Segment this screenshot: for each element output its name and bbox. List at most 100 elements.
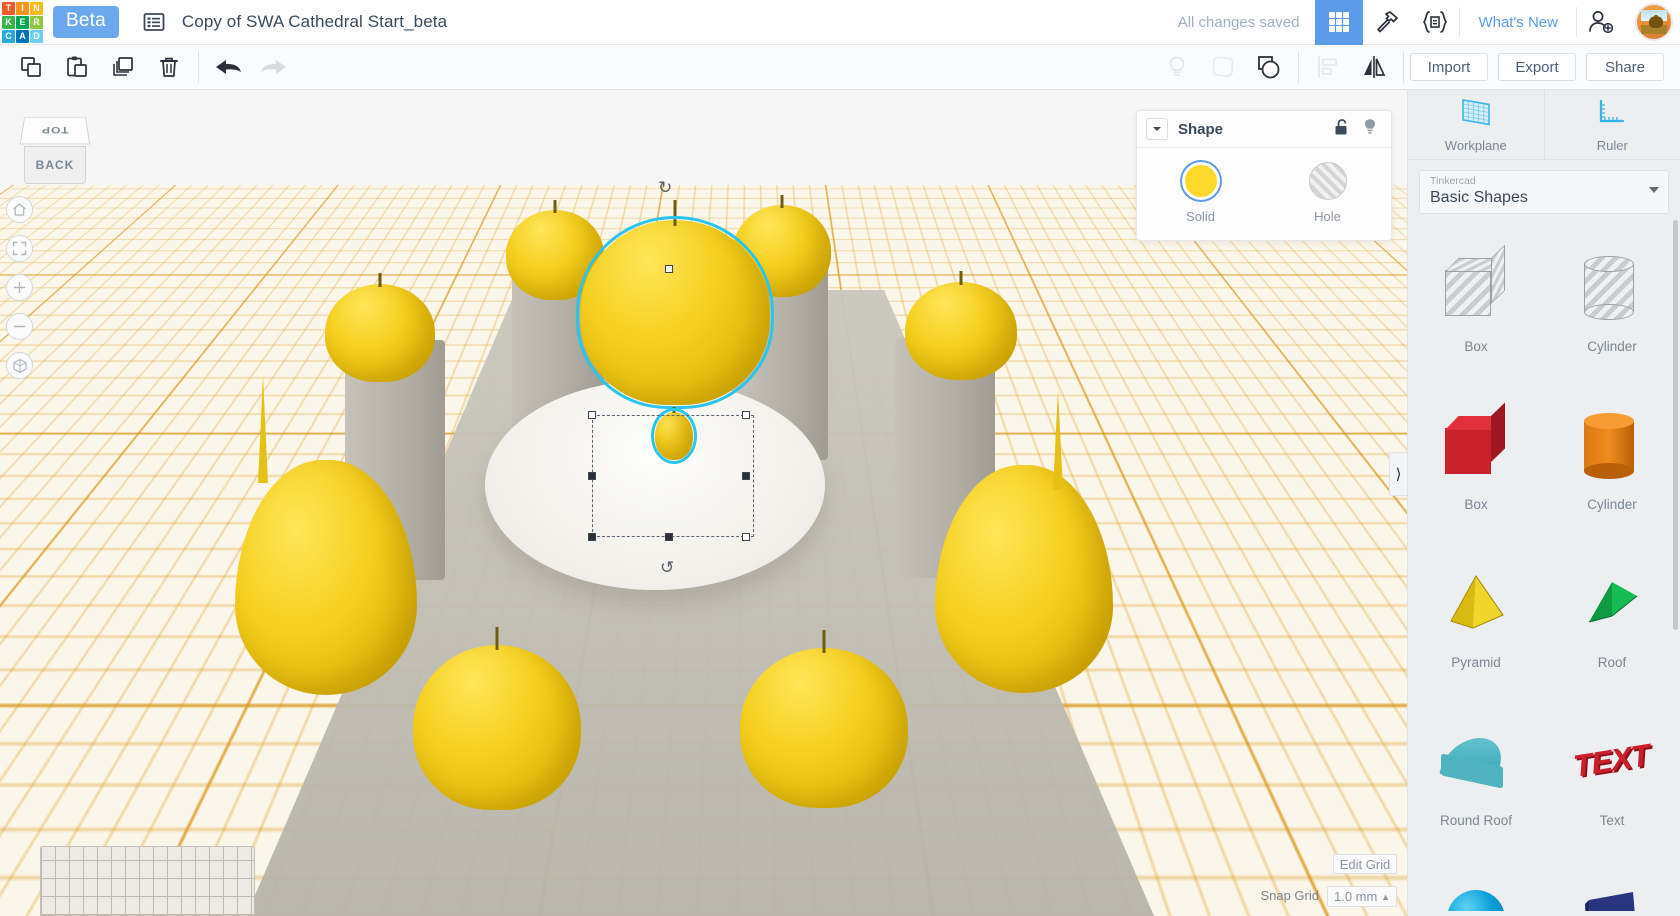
- chevron-right-icon[interactable]: ⟩: [1389, 452, 1407, 496]
- minus-icon[interactable]: [6, 313, 33, 340]
- shape-cylinder-orange[interactable]: Cylinder: [1544, 391, 1680, 541]
- copy-button[interactable]: [8, 45, 54, 89]
- workplane-grid-icon: [1458, 97, 1494, 132]
- transform-gizmo-box[interactable]: [592, 415, 754, 537]
- reference-sketch: [40, 846, 255, 916]
- logo-letter-d-8: D: [30, 29, 43, 43]
- workplane-tool[interactable]: Workplane: [1408, 90, 1544, 159]
- rotate-handle-top: ↻: [658, 178, 673, 197]
- shape-roof[interactable]: Roof: [1544, 549, 1680, 699]
- duplicate-button[interactable]: [100, 45, 146, 89]
- view-cube-front-label: BACK: [35, 158, 75, 172]
- shape-label: Round Roof: [1439, 813, 1513, 828]
- beta-badge[interactable]: Beta: [53, 6, 119, 38]
- group-shapes-icon[interactable]: [1200, 45, 1246, 89]
- shape-panel-title: Shape: [1178, 120, 1224, 138]
- lightbulb-icon[interactable]: [1154, 45, 1200, 89]
- shape-round-roof[interactable]: Round Roof: [1408, 707, 1544, 857]
- spire-front-right: [1053, 390, 1063, 490]
- list-icon[interactable]: [143, 11, 165, 33]
- page-title[interactable]: Copy of SWA Cathedral Start_beta: [182, 12, 447, 32]
- solid-label: Solid: [1186, 209, 1215, 224]
- shape-label: Box: [1464, 497, 1488, 512]
- library-tools-row: Workplane Ruler: [1408, 90, 1680, 160]
- undo-button[interactable]: [205, 45, 251, 89]
- selected-dome[interactable]: [580, 220, 770, 405]
- toolbar-divider: [198, 51, 199, 83]
- logo-letter-n-2: N: [30, 1, 43, 15]
- save-status: All changes saved: [1177, 13, 1300, 31]
- snap-grid-label: Snap Grid: [1260, 888, 1319, 903]
- gizmo-handle-left-mid: [588, 472, 596, 480]
- logo-letter-e-4: E: [16, 15, 29, 29]
- shape-roof-thumbnail: [1566, 549, 1658, 657]
- export-button[interactable]: Export: [1498, 53, 1576, 81]
- solid-swatch[interactable]: Solid: [1137, 162, 1264, 224]
- snap-grid-select[interactable]: 1.0 mm ▲: [1327, 886, 1397, 907]
- redo-button[interactable]: [251, 45, 297, 89]
- shape-box-hole[interactable]: Box: [1408, 233, 1544, 383]
- lightbulb-icon[interactable]: [1362, 118, 1378, 141]
- shape-grid-scrollbar[interactable]: [1673, 220, 1678, 630]
- dome-front-left: [413, 645, 581, 810]
- ruler-tool[interactable]: Ruler: [1543, 90, 1680, 159]
- ungroup-shapes-icon[interactable]: [1246, 45, 1292, 89]
- shape-wedge-thumbnail: [1566, 865, 1658, 911]
- design-workspace-button[interactable]: [1315, 0, 1364, 45]
- gizmo-handle-top-center: [665, 265, 673, 273]
- logo-letter-c-6: C: [2, 29, 15, 43]
- shape-wedge[interactable]: Wedge: [1544, 865, 1680, 911]
- hammer-icon[interactable]: [1363, 0, 1411, 45]
- snap-grid-value: 1.0 mm: [1334, 889, 1378, 904]
- share-button[interactable]: Share: [1586, 53, 1664, 81]
- shape-grid: Box Cylinder Box Cylinder Pyramid Roof R…: [1408, 223, 1680, 911]
- logo-letter-t-0: T: [2, 1, 15, 15]
- toolbar-divider-3: [1403, 51, 1404, 83]
- toolbar-divider-2: [1298, 51, 1299, 83]
- hole-swatch[interactable]: Hole: [1264, 162, 1391, 224]
- view-cube-front-face[interactable]: BACK: [24, 146, 86, 184]
- shape-cylinder-hole-thumbnail: [1566, 233, 1658, 341]
- clipboard-paste-icon[interactable]: [54, 45, 100, 89]
- hole-label: Hole: [1314, 209, 1341, 224]
- library-dropdown[interactable]: Tinkercad Basic Shapes: [1419, 170, 1669, 214]
- library-category: Tinkercad: [1430, 175, 1476, 187]
- dome-mid-right: [905, 282, 1017, 380]
- dome-front-right: [740, 648, 908, 808]
- shape-inspector-panel: Shape Solid Hole: [1136, 110, 1392, 241]
- trash-icon[interactable]: [146, 45, 192, 89]
- view-cube[interactable]: TOP BACK: [18, 112, 100, 192]
- tinkercad-logo[interactable]: TIN KER CAD: [0, 0, 43, 45]
- shape-panel-header-icons: [1333, 118, 1382, 141]
- whats-new-link[interactable]: What's New: [1460, 14, 1576, 31]
- shape-sphere[interactable]: Sphere: [1408, 865, 1544, 911]
- home-icon[interactable]: [6, 196, 33, 223]
- add-person-icon[interactable]: [1577, 0, 1625, 45]
- logo-letter-a-7: A: [16, 29, 29, 43]
- spire-front-left: [258, 375, 268, 483]
- view-cube-top-label: TOP: [40, 124, 70, 136]
- import-button[interactable]: Import: [1410, 53, 1488, 81]
- view-cube-top-face[interactable]: TOP: [19, 117, 91, 145]
- chevron-down-icon[interactable]: [1146, 118, 1168, 140]
- ruler-icon: [1595, 97, 1629, 132]
- fit-frame-icon[interactable]: [6, 235, 33, 262]
- gizmo-handle-tr: [742, 411, 750, 419]
- dome-mid-left: [325, 284, 435, 382]
- mirror-flip-icon[interactable]: [1351, 45, 1397, 89]
- align-icon[interactable]: [1305, 45, 1351, 89]
- shape-pyramid-thumbnail: [1430, 549, 1522, 657]
- shape-box-red[interactable]: Box: [1408, 391, 1544, 541]
- shape-label: Cylinder: [1587, 497, 1637, 512]
- unlock-icon[interactable]: [1333, 118, 1350, 141]
- plus-icon[interactable]: [6, 274, 33, 301]
- code-braces-icon[interactable]: [1411, 0, 1459, 45]
- shape-round-roof-thumbnail: [1430, 707, 1522, 815]
- shape-text[interactable]: TEXT Text: [1544, 707, 1680, 857]
- edit-grid-button[interactable]: Edit Grid: [1333, 854, 1397, 874]
- shape-cylinder-hole[interactable]: Cylinder: [1544, 233, 1680, 383]
- avatar[interactable]: [1635, 3, 1673, 41]
- shape-pyramid[interactable]: Pyramid: [1408, 549, 1544, 699]
- cube-ortho-icon[interactable]: [6, 352, 33, 379]
- ruler-tool-label: Ruler: [1596, 137, 1628, 153]
